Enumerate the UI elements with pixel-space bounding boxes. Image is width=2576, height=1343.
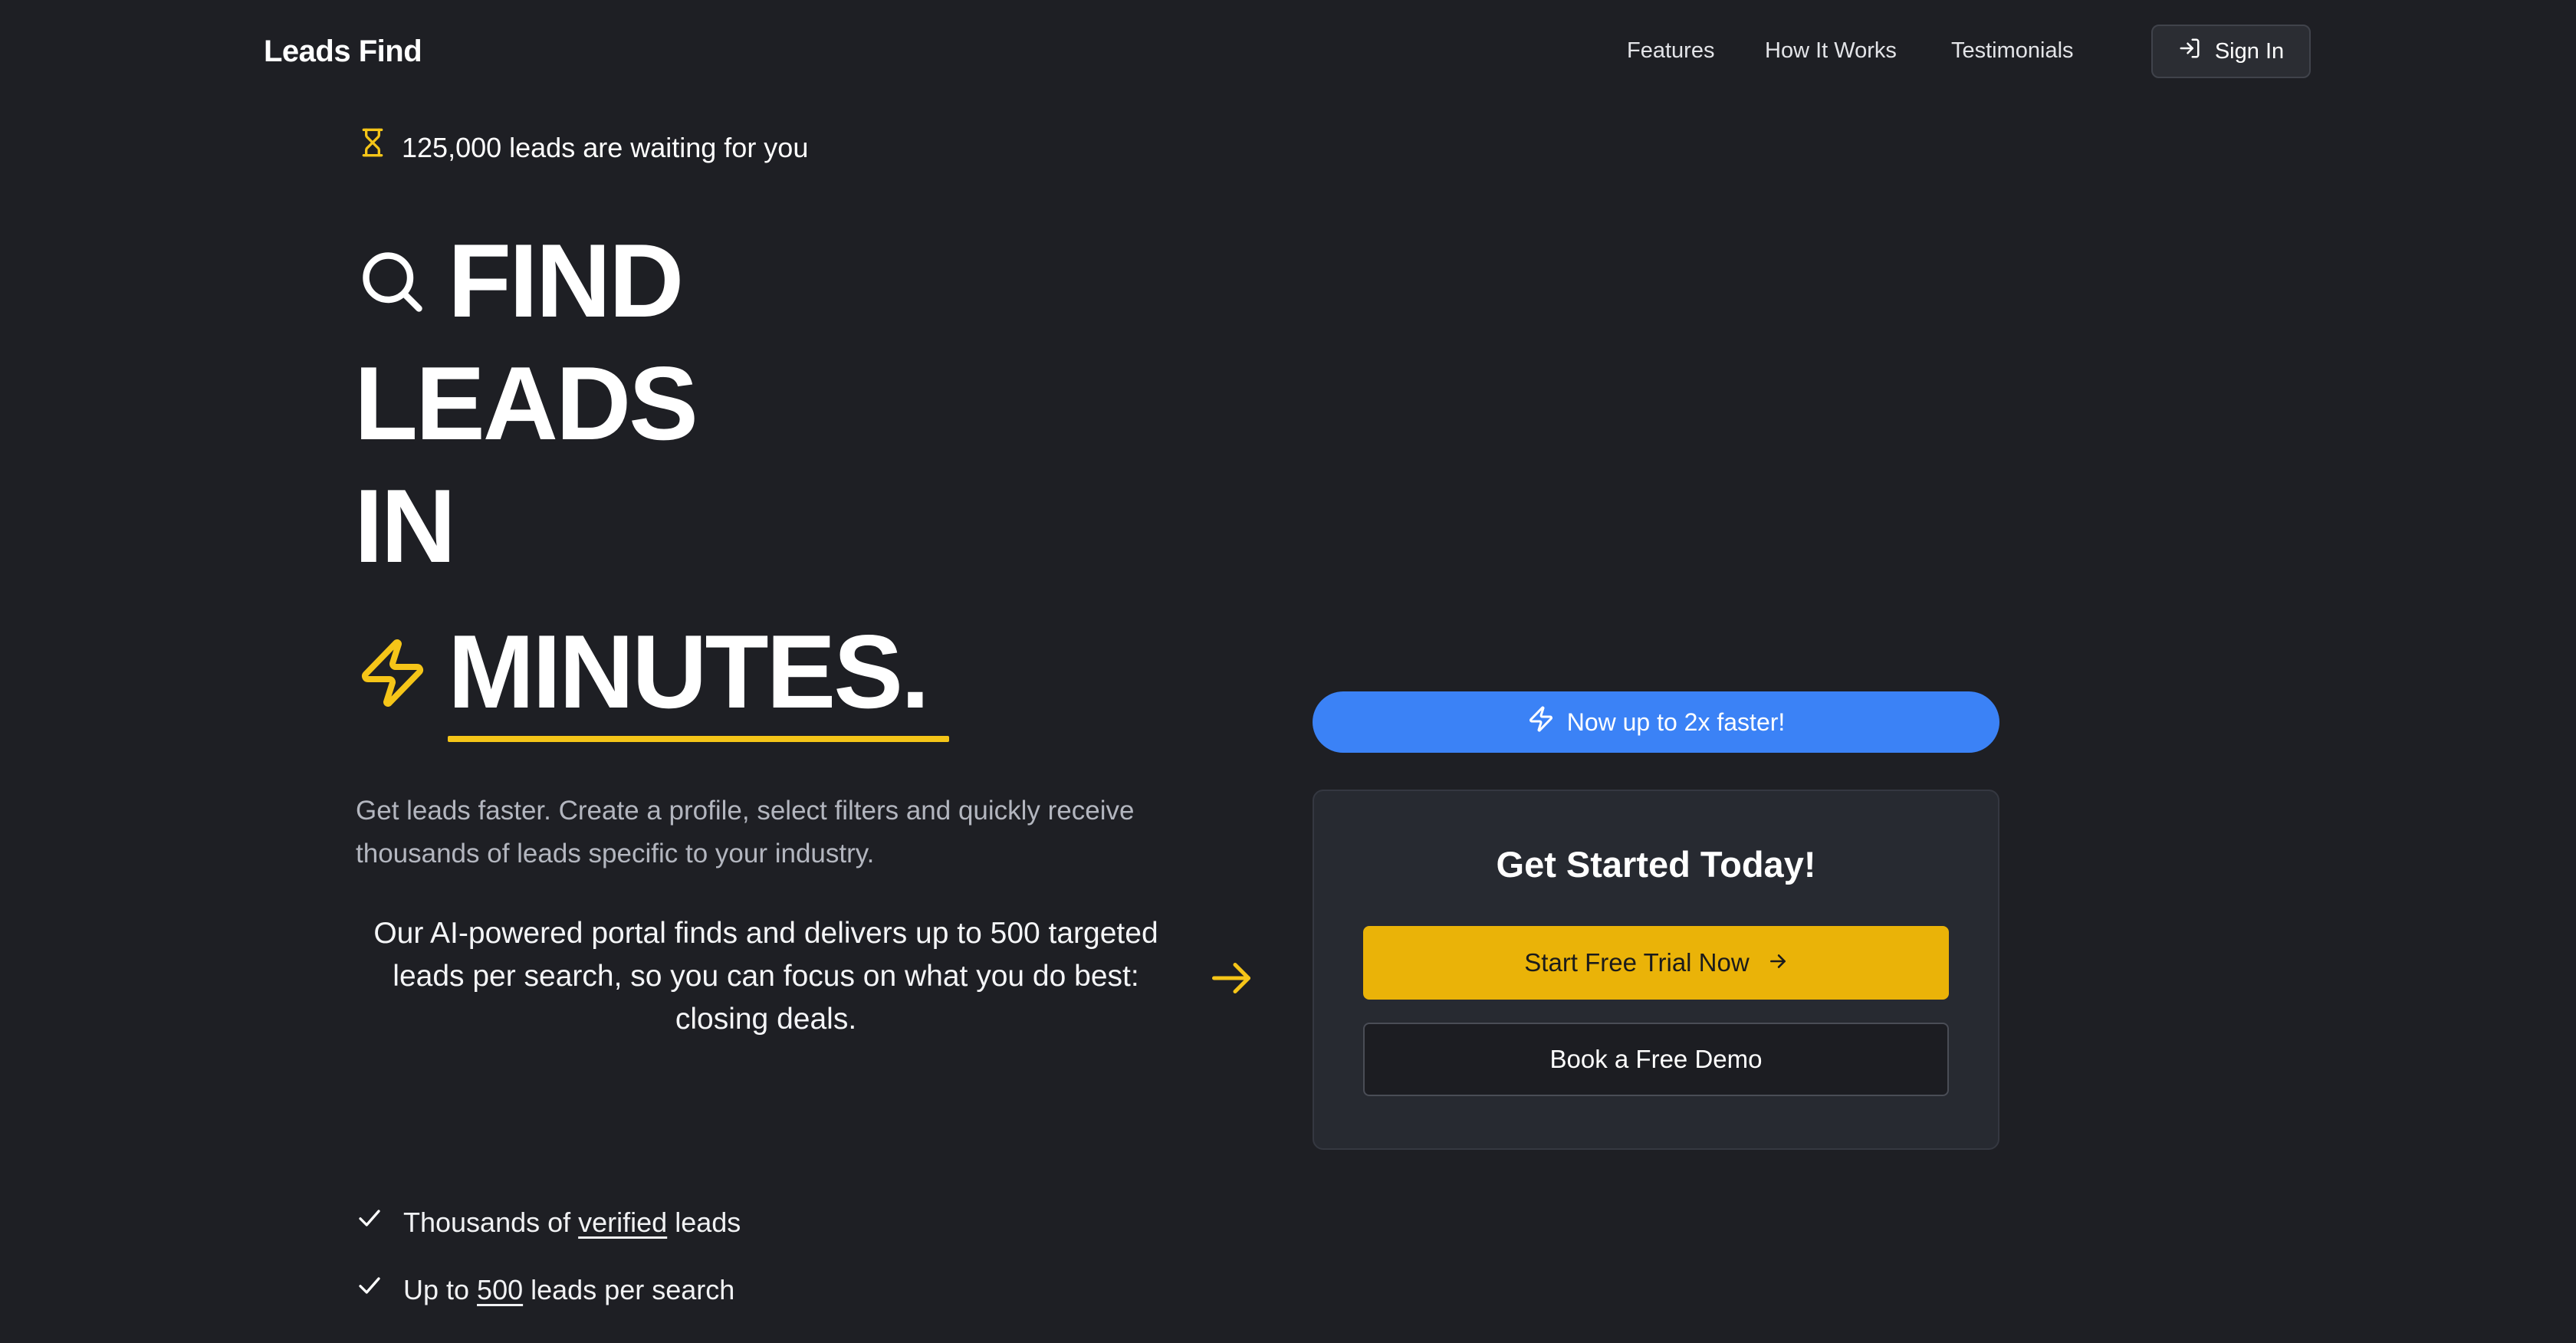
sign-in-label: Sign In — [2214, 38, 2285, 64]
feature-highlight: verified — [578, 1207, 668, 1238]
trial-label: Start Free Trial Now — [1524, 948, 1750, 977]
signup-title: Get Started Today! — [1496, 844, 1816, 885]
speed-label: Now up to 2x faster! — [1566, 708, 1786, 736]
arrow-right-icon — [1768, 948, 1788, 977]
hourglass-icon — [357, 124, 388, 171]
headline-leads: LEADS — [354, 345, 698, 461]
arrow-right-icon — [1207, 955, 1256, 1005]
feature-text: Thousands of verified leads — [403, 1207, 741, 1238]
check-icon — [356, 1271, 383, 1309]
headline-in: IN — [354, 468, 456, 584]
nav-how-it-works[interactable]: How It Works — [1765, 35, 1897, 66]
feature-item: Up to 500 leads per search — [356, 1271, 734, 1309]
search-icon — [357, 247, 428, 321]
log-in-icon — [2178, 37, 2201, 66]
headline-underline — [448, 736, 949, 742]
brand-logo[interactable]: Leads Find — [264, 31, 422, 72]
feature-text: Up to 500 leads per search — [403, 1274, 735, 1305]
leads-waiting-text: 125,000 leads are waiting for you — [402, 131, 809, 163]
lightning-icon — [356, 636, 429, 714]
nav-features[interactable]: Features — [1627, 35, 1714, 66]
nav-testimonials[interactable]: Testimonials — [1951, 35, 2074, 66]
start-free-trial-button[interactable]: Start Free Trial Now — [1363, 926, 1949, 1000]
zap-icon — [1527, 705, 1555, 739]
ai-promo-text: Our AI-powered portal finds and delivers… — [373, 917, 1158, 1036]
sign-in-button[interactable]: Sign In — [2151, 25, 2311, 78]
signup-card: Get Started Today! Start Free Trial Now … — [1313, 790, 1999, 1150]
speed-badge[interactable]: Now up to 2x faster! — [1313, 691, 1999, 753]
headline-minutes: MINUTES. — [448, 613, 930, 730]
hero-description: Get leads faster. Create a profile, sele… — [356, 796, 1135, 869]
book-demo-button[interactable]: Book a Free Demo — [1363, 1023, 1949, 1096]
check-icon — [356, 1203, 383, 1242]
feature-highlight: 500 — [477, 1274, 524, 1305]
leads-waiting-badge: 125,000 leads are waiting for you — [357, 124, 808, 171]
feature-item: Thousands of verified leads — [356, 1203, 741, 1242]
headline-find: FIND — [448, 222, 684, 339]
